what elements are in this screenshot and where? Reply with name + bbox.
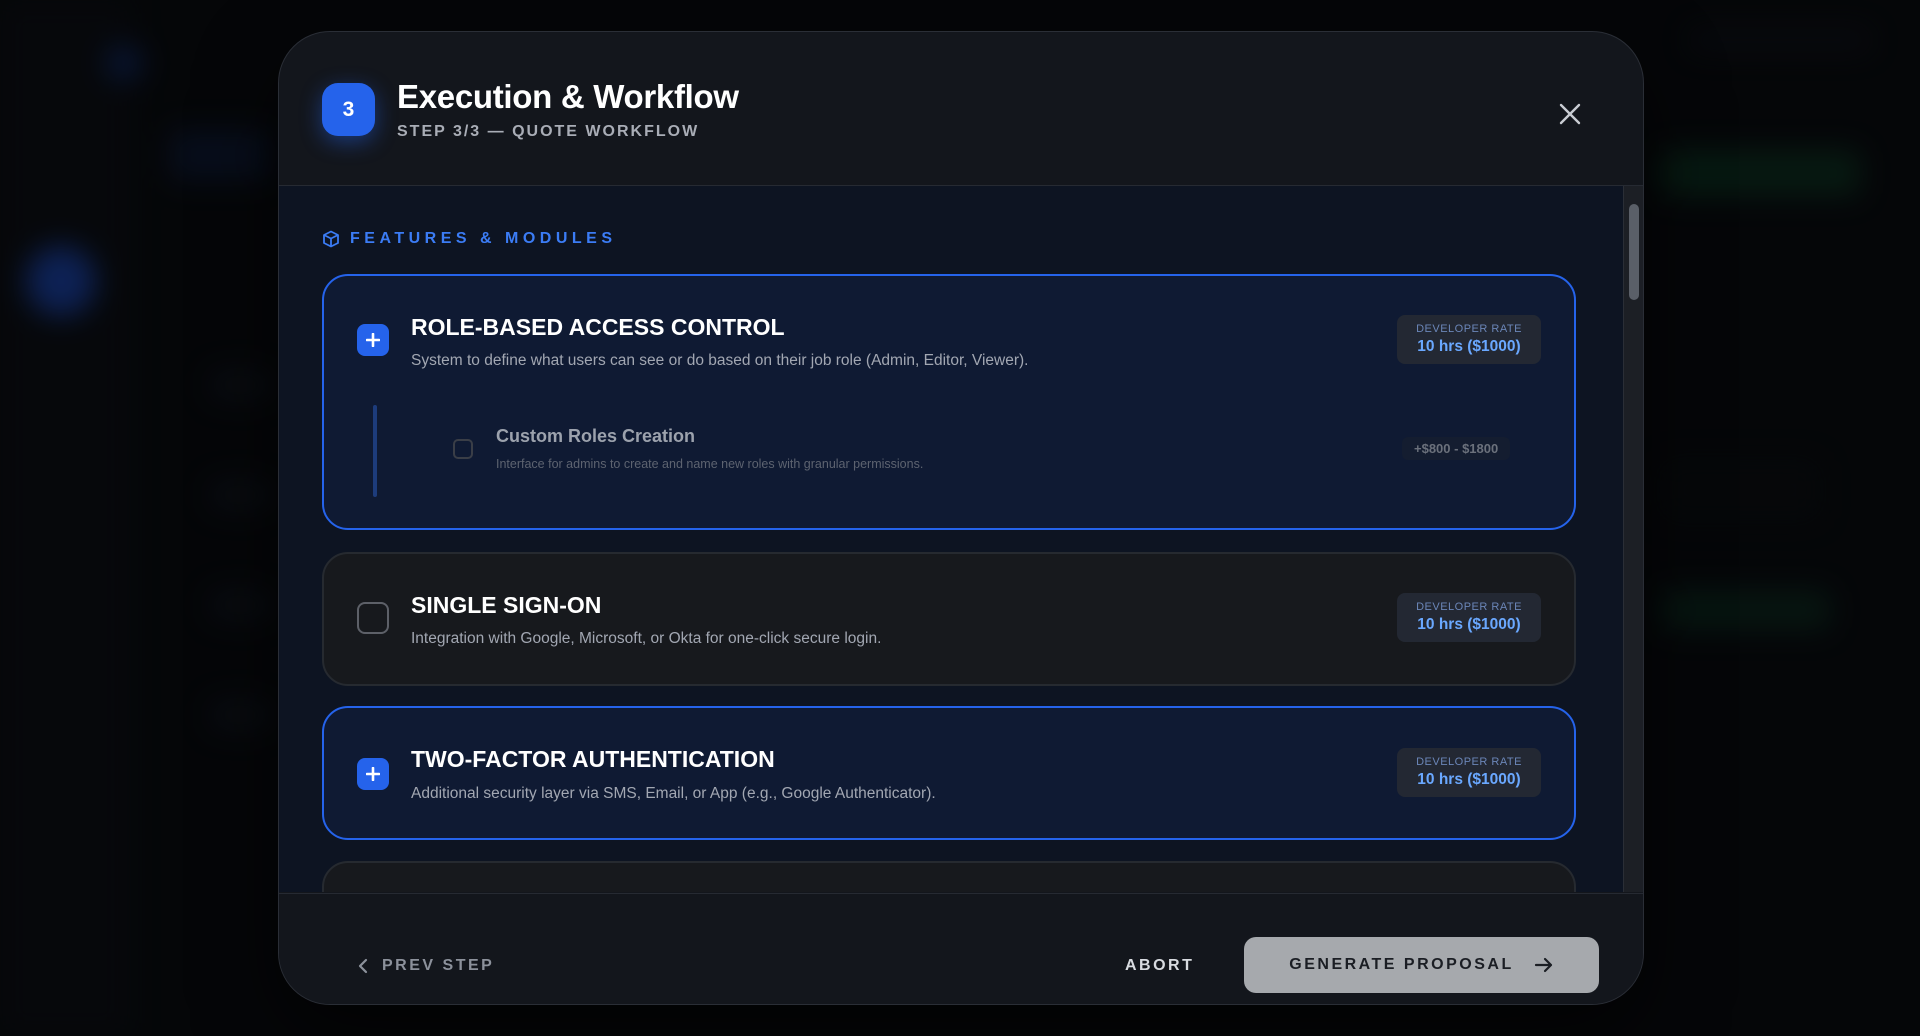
chevron-left-icon [358, 958, 368, 974]
close-button[interactable] [1550, 94, 1590, 134]
rate-value: 10 hrs ($1000) [1417, 771, 1521, 788]
scrollbar-thumb[interactable] [1629, 204, 1639, 300]
feature-checkbox[interactable] [357, 602, 389, 634]
section-label: FEATURES & MODULES [350, 230, 617, 247]
feature-title: SINGLE SIGN-ON [411, 592, 602, 618]
feature-description: System to define what users can see or d… [411, 352, 1029, 369]
close-icon [1559, 103, 1581, 125]
feature-title: TWO-FACTOR AUTHENTICATION [411, 746, 775, 772]
quote-workflow-modal: 3 Execution & Workflow STEP 3/3 — QUOTE … [278, 31, 1644, 1005]
feature-description: Additional security layer via SMS, Email… [411, 785, 936, 802]
sub-option-checkbox[interactable] [453, 439, 473, 459]
rate-value: 10 hrs ($1000) [1417, 616, 1521, 633]
feature-card-partial[interactable] [322, 861, 1576, 892]
abort-button[interactable]: ABORT [1125, 957, 1194, 975]
modal-footer: PREV STEP ABORT GENERATE PROPOSAL [279, 893, 1643, 1004]
modal-header: 3 Execution & Workflow STEP 3/3 — QUOTE … [279, 32, 1643, 186]
feature-title: ROLE-BASED ACCESS CONTROL [411, 314, 785, 340]
feature-checkbox[interactable] [357, 758, 389, 790]
feature-checkbox[interactable] [357, 324, 389, 356]
prev-step-button[interactable]: PREV STEP [358, 957, 494, 975]
rate-label: DEVELOPER RATE [1416, 323, 1522, 335]
scrollbar[interactable] [1623, 186, 1643, 892]
generate-proposal-button[interactable]: GENERATE PROPOSAL [1244, 937, 1599, 993]
feature-card-role-based-access[interactable]: ROLE-BASED ACCESS CONTROL System to defi… [322, 274, 1576, 530]
prev-step-label: PREV STEP [382, 957, 495, 974]
feature-card-two-factor-auth[interactable]: TWO-FACTOR AUTHENTICATION Additional sec… [322, 706, 1576, 840]
rate-label: DEVELOPER RATE [1416, 601, 1522, 613]
sub-option-title: Custom Roles Creation [496, 426, 696, 446]
features-scroll-area[interactable]: FEATURES & MODULES ROLE-BASED ACCESS CON… [279, 186, 1623, 892]
generate-proposal-label: GENERATE PROPOSAL [1289, 956, 1514, 973]
sub-option-divider [373, 405, 377, 497]
cube-icon [323, 230, 339, 248]
arrow-right-icon [1534, 957, 1552, 973]
sub-option-price: +$800 - $1800 [1402, 437, 1511, 460]
rate-value: 10 hrs ($1000) [1417, 338, 1521, 355]
developer-rate-badge: DEVELOPER RATE 10 hrs ($1000) [1397, 315, 1541, 364]
modal-title: Execution & Workflow [397, 78, 739, 115]
developer-rate-badge: DEVELOPER RATE 10 hrs ($1000) [1397, 593, 1541, 642]
modal-subtitle: STEP 3/3 — QUOTE WORKFLOW [397, 123, 700, 140]
step-badge: 3 [322, 83, 375, 136]
rate-label: DEVELOPER RATE [1416, 756, 1522, 768]
plus-icon [366, 767, 380, 781]
developer-rate-badge: DEVELOPER RATE 10 hrs ($1000) [1397, 748, 1541, 797]
section-header: FEATURES & MODULES [322, 230, 616, 248]
feature-description: Integration with Google, Microsoft, or O… [411, 630, 882, 647]
sub-option-description: Interface for admins to create and name … [496, 457, 924, 471]
feature-card-single-sign-on[interactable]: SINGLE SIGN-ON Integration with Google, … [322, 552, 1576, 686]
plus-icon [366, 333, 380, 347]
